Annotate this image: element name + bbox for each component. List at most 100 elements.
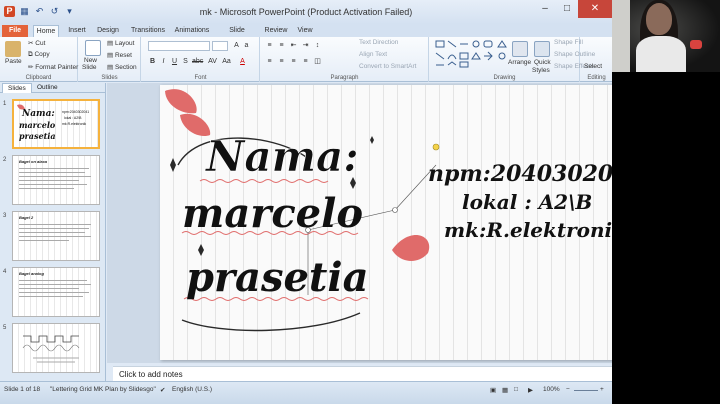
- zoom-in-icon[interactable]: +: [600, 386, 604, 393]
- numbering-icon[interactable]: ≡: [277, 41, 286, 50]
- paste-button[interactable]: Paste: [5, 58, 22, 65]
- shape-fill-button[interactable]: Shape Fill: [554, 39, 583, 46]
- slide-name-line-1[interactable]: marcelo: [182, 190, 363, 237]
- shrink-font-icon[interactable]: a: [242, 41, 251, 50]
- strikethrough-icon[interactable]: abc: [192, 57, 203, 66]
- reset-button[interactable]: ▤ Reset: [107, 51, 132, 59]
- save-icon[interactable]: ▦: [19, 6, 30, 17]
- align-right-icon[interactable]: ≡: [289, 57, 298, 66]
- slide-thumbnails-panel: Slides Outline 1 Nama: marcelo prasetia …: [0, 83, 106, 381]
- tab-review[interactable]: Review: [264, 25, 288, 37]
- bold-icon[interactable]: B: [148, 57, 157, 66]
- new-slide-label[interactable]: New: [84, 57, 97, 64]
- quick-styles-icon[interactable]: [534, 41, 550, 57]
- window-controls: – □ ✕: [534, 0, 612, 18]
- slide-thumbnail-5[interactable]: 5: [0, 323, 106, 375]
- slide-mk[interactable]: mk:R.elektronik: [444, 218, 612, 242]
- tab-slide-show[interactable]: Slide Show: [220, 25, 254, 46]
- slide-thumbnail-2[interactable]: 2 Bagel on alaca: [0, 155, 106, 207]
- slide-lokal[interactable]: lokal : A2\B: [462, 190, 592, 214]
- font-group: A a B I U S abc AV Aa A Font: [142, 37, 260, 82]
- convert-smartart-button[interactable]: Convert to SmartArt: [359, 63, 416, 70]
- tab-design[interactable]: Design: [96, 25, 120, 37]
- red-leaf-right-icon: [392, 235, 430, 261]
- align-center-icon[interactable]: ≡: [277, 57, 286, 66]
- paste-icon[interactable]: [5, 41, 21, 57]
- bullets-icon[interactable]: ≡: [265, 41, 274, 50]
- quick-styles-button-2[interactable]: Styles: [532, 67, 550, 74]
- redo-icon[interactable]: ↺: [49, 6, 60, 17]
- thumbnail-image: Bagel analog: [12, 267, 100, 317]
- cut-button[interactable]: ✂ Cut: [28, 39, 45, 47]
- justify-icon[interactable]: ≡: [301, 57, 310, 66]
- section-button[interactable]: ▤ Section: [107, 63, 137, 71]
- slide-thumbnail-3[interactable]: 3 Bagel 2: [0, 211, 106, 263]
- font-size-box[interactable]: [212, 41, 228, 51]
- slide-title[interactable]: Nama:: [204, 132, 359, 182]
- zoom-slider[interactable]: [574, 390, 598, 391]
- layout-label: Layout: [114, 40, 135, 47]
- align-text-button[interactable]: Align Text: [359, 51, 387, 58]
- arrange-icon[interactable]: [512, 41, 528, 57]
- shadow-icon[interactable]: S: [181, 57, 190, 66]
- view-slideshow-icon[interactable]: ▶: [528, 386, 533, 394]
- powerpoint-logo-icon[interactable]: P: [4, 6, 15, 17]
- character-spacing-icon[interactable]: AV: [208, 57, 217, 66]
- view-normal-icon[interactable]: ▣: [490, 386, 496, 394]
- thumbnail-image: Bagel 2: [12, 211, 100, 261]
- slide-counter: Slide 1 of 18: [4, 386, 41, 393]
- slide-thumbnail-4[interactable]: 4 Bagel analog: [0, 267, 106, 319]
- spellcheck-icon[interactable]: ✔: [160, 386, 165, 394]
- font-name-box[interactable]: [148, 41, 210, 51]
- increase-indent-icon[interactable]: ⇥: [301, 41, 310, 50]
- tab-slides[interactable]: Slides: [2, 83, 32, 93]
- slide-editing-area: Nama: marcelo prasetia npm:2040302041 lo…: [107, 83, 612, 363]
- thumb5-waveform-icon: [22, 335, 80, 363]
- maximize-icon[interactable]: □: [556, 0, 578, 18]
- theme-name[interactable]: "Lettering Grid MK Plan by Slidesgo": [50, 386, 156, 393]
- cut-label: Cut: [35, 40, 46, 47]
- copy-button[interactable]: ⧉ Copy: [28, 51, 50, 59]
- columns-icon[interactable]: ◫: [313, 57, 322, 66]
- tab-insert[interactable]: Insert: [66, 25, 88, 37]
- zoom-out-icon[interactable]: −: [566, 386, 570, 393]
- slide-name-line-2[interactable]: prasetia: [186, 254, 369, 301]
- quick-styles-button[interactable]: Quick: [534, 59, 551, 66]
- tab-animations[interactable]: Animations: [174, 25, 210, 37]
- tab-outline[interactable]: Outline: [32, 83, 63, 93]
- close-icon[interactable]: ✕: [578, 0, 612, 18]
- language-indicator[interactable]: English (U.S.): [172, 386, 212, 393]
- slide-npm[interactable]: npm:2040302041: [428, 161, 612, 187]
- underline-icon[interactable]: U: [170, 57, 179, 66]
- view-reading-icon[interactable]: □: [514, 386, 518, 393]
- undo-icon[interactable]: ↶: [34, 6, 45, 17]
- customize-qat-icon[interactable]: ▾: [64, 6, 75, 17]
- zoom-level[interactable]: 100%: [543, 386, 560, 393]
- view-sorter-icon[interactable]: ▦: [502, 386, 508, 394]
- select-button[interactable]: Select: [584, 63, 602, 70]
- notes-pane[interactable]: Click to add notes: [113, 366, 612, 381]
- change-case-icon[interactable]: Aa: [222, 57, 231, 66]
- grow-font-icon[interactable]: A: [232, 41, 241, 50]
- italic-icon[interactable]: I: [159, 57, 168, 66]
- format-painter-button[interactable]: ✏ Format Painter: [28, 63, 78, 71]
- arrange-button[interactable]: Arrange: [508, 59, 531, 66]
- tab-transitions[interactable]: Transitions: [130, 25, 166, 37]
- slide-thumbnail-1[interactable]: 1 Nama: marcelo prasetia npm:2040302041 …: [0, 99, 106, 151]
- layout-button[interactable]: ▤ Layout: [107, 39, 134, 47]
- tab-view[interactable]: View: [296, 25, 314, 37]
- shapes-gallery-icon[interactable]: [434, 39, 508, 69]
- tab-file[interactable]: File: [2, 25, 28, 37]
- powerpoint-window: P ▦ ↶ ↺ ▾ mk - Microsoft PowerPoint (Pro…: [0, 0, 612, 404]
- align-left-icon[interactable]: ≡: [265, 57, 274, 66]
- decrease-indent-icon[interactable]: ⇤: [289, 41, 298, 50]
- new-slide-label-2[interactable]: Slide: [82, 64, 96, 71]
- new-slide-icon[interactable]: [85, 40, 101, 56]
- current-slide[interactable]: Nama: marcelo prasetia npm:2040302041 lo…: [160, 85, 612, 360]
- minimize-icon[interactable]: –: [534, 0, 556, 18]
- copy-label: Copy: [34, 51, 50, 58]
- tab-home[interactable]: Home: [33, 25, 59, 37]
- line-spacing-icon[interactable]: ↕: [313, 41, 322, 50]
- text-direction-button[interactable]: Text Direction: [359, 39, 398, 46]
- font-color-icon[interactable]: A: [238, 57, 247, 66]
